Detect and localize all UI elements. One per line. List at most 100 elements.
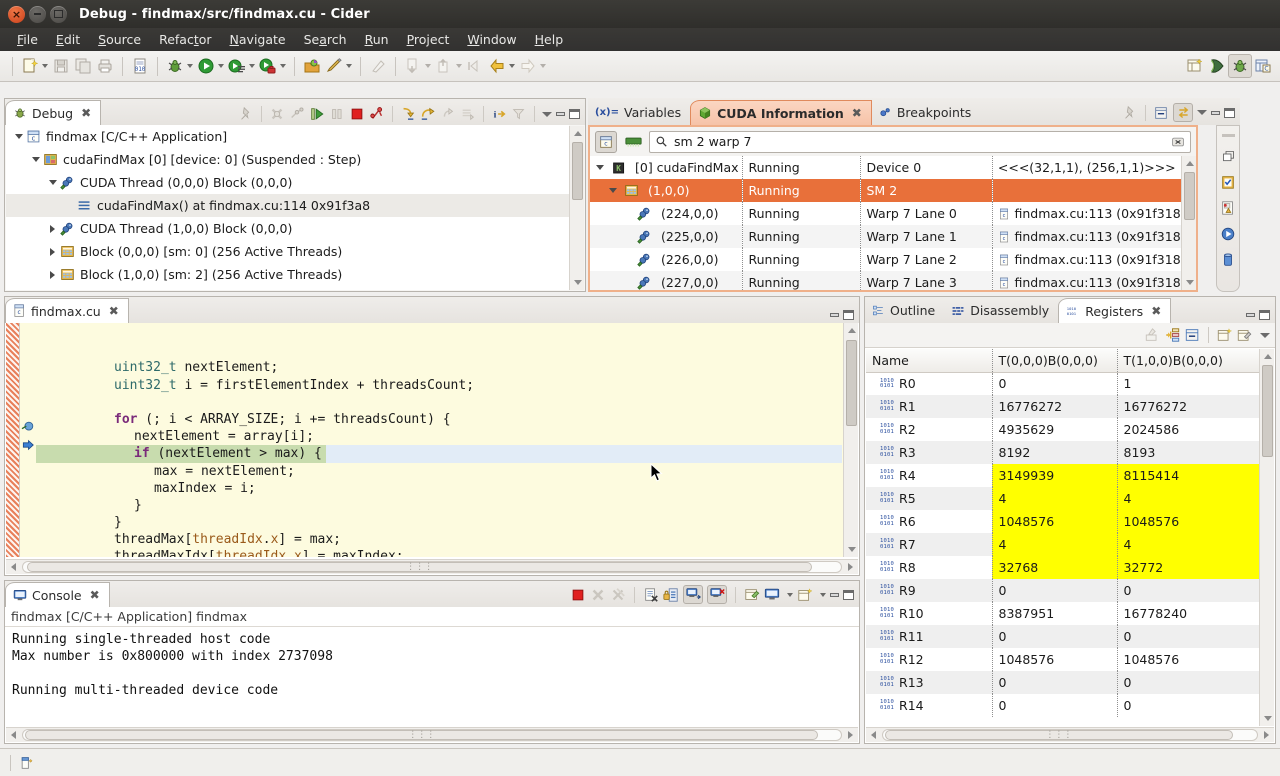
scroll-up-arrow[interactable] (1182, 156, 1197, 171)
step-into-icon[interactable] (400, 106, 416, 122)
cuda-table-row[interactable]: (1,0,0) Running SM 2 (590, 179, 1181, 202)
drop-to-frame-icon[interactable] (460, 106, 476, 122)
clear-console-icon[interactable] (643, 587, 659, 603)
menu-help[interactable]: Help (526, 30, 573, 49)
tab-variables[interactable]: (x)= Variables (588, 100, 690, 125)
console-scrollbar-horizontal[interactable]: ⋮⋮⋮ (6, 727, 858, 742)
terminate-icon[interactable] (570, 587, 586, 603)
tab-outline[interactable]: Outline (865, 298, 944, 323)
previous-annotation-dropdown-arrow[interactable] (456, 64, 462, 68)
cuda-table-row[interactable]: (225,0,0) Running Warp 7 Lane 1 c findmax.cu… (590, 225, 1181, 248)
register-row[interactable]: 1010 0101 R0 0 1 (866, 372, 1259, 395)
register-row[interactable]: 1010 0101 R2 4935629 2024586 (866, 418, 1259, 441)
cuda-table-row[interactable]: K [0] cudaFindMax Running Device 0 <<<(32,1,… (590, 156, 1181, 179)
registers-scrollbar-horizontal[interactable]: ⋮⋮⋮ (866, 727, 1274, 742)
new-register-group-icon[interactable] (1216, 327, 1233, 343)
hscroll-track[interactable]: ⋮⋮⋮ (22, 729, 842, 741)
remove-all-terminated-icon[interactable] (610, 587, 626, 603)
registers-scrollbar[interactable] (1259, 349, 1274, 726)
breakpoint-icon[interactable] (21, 421, 35, 433)
open-console-icon[interactable] (764, 587, 780, 603)
tab-debug[interactable]: Debug ✖ (5, 100, 102, 125)
minimize-icon[interactable] (1246, 313, 1255, 317)
register-column-header[interactable]: T(0,0,0)B(0,0,0) (992, 349, 1118, 373)
debug-tree-row[interactable]: cudaFindMax() at findmax.cu:114 0x91f3a8 (6, 194, 569, 217)
close-window-button[interactable] (8, 5, 25, 23)
save-all-button[interactable] (72, 54, 94, 78)
tab-findmax-cu[interactable]: c findmax.cu ✖ (5, 298, 129, 323)
pin-console-button[interactable] (707, 585, 727, 604)
scroll-thumb[interactable]: ⋮⋮⋮ (885, 730, 1233, 740)
use-step-filters-icon[interactable] (511, 106, 527, 122)
cuda-search-input[interactable]: sm 2 warp 7 (649, 130, 1191, 153)
instruction-stepping-icon[interactable]: i (491, 106, 507, 122)
remove-launch-icon[interactable] (590, 587, 606, 603)
new-wizard-button[interactable] (19, 54, 50, 78)
pin-icon[interactable] (238, 106, 254, 122)
previous-annotation-button[interactable] (433, 54, 464, 78)
register-row[interactable]: 1010 0101 R13 0 0 (866, 671, 1259, 694)
edit-register-group-icon[interactable] (1236, 327, 1253, 343)
c-perspective-button[interactable]: C (1252, 54, 1274, 78)
tab-registers[interactable]: 1010 0101 Registers ✖ (1058, 298, 1172, 323)
run-button[interactable] (195, 54, 226, 78)
register-column-header[interactable]: Name (866, 349, 993, 373)
debug-tree-scrollbar[interactable] (569, 126, 584, 290)
register-row[interactable]: 1010 0101 R6 1048576 1048576 (866, 510, 1259, 533)
maximize-icon[interactable] (843, 589, 854, 600)
chevron-down-icon[interactable] (29, 157, 42, 162)
scroll-down-arrow[interactable] (1182, 275, 1197, 290)
editor-code[interactable]: uint32_t nextElement; uint32_t i = firstE… (36, 325, 842, 557)
debug-button[interactable] (164, 54, 195, 78)
open-type-button[interactable] (301, 54, 323, 78)
close-icon[interactable]: ✖ (852, 106, 862, 120)
menu-window[interactable]: Window (458, 30, 525, 49)
profile-dropdown-arrow[interactable] (280, 64, 286, 68)
scroll-left-arrow[interactable] (6, 731, 21, 739)
clear-icon[interactable] (1171, 135, 1185, 149)
menu-search[interactable]: Search (295, 30, 356, 49)
maximize-icon[interactable] (569, 109, 580, 119)
context-filter-button[interactable]: c (595, 130, 617, 153)
menu-edit[interactable]: Edit (47, 30, 89, 49)
collapse-all-icon[interactable] (1153, 105, 1169, 121)
debug-tree-row[interactable]: c findmax [C/C++ Application] (6, 125, 569, 148)
minimize-icon[interactable] (830, 313, 839, 317)
next-annotation-button[interactable] (402, 54, 433, 78)
search-dropdown-arrow[interactable] (346, 64, 352, 68)
disconnect-icon[interactable] (269, 106, 285, 122)
restore-icon[interactable] (1221, 149, 1236, 164)
show-type-names-icon[interactable] (1144, 327, 1161, 343)
register-row[interactable]: 1010 0101 R14 0 0 (866, 694, 1259, 717)
cuda-table-scrollbar[interactable] (1181, 156, 1196, 290)
link-with-debug-view-button[interactable] (1173, 103, 1193, 122)
editor-scrollbar-vertical[interactable] (843, 323, 858, 557)
maximize-icon[interactable] (1224, 107, 1235, 118)
debug-tree-row[interactable]: Block (1,0,0) [sm: 2] (256 Active Thread… (6, 263, 569, 286)
display-selected-console-icon[interactable] (744, 587, 760, 603)
menu-file[interactable]: File (8, 30, 47, 49)
forward-button[interactable] (517, 54, 548, 78)
scroll-thumb[interactable] (1262, 365, 1273, 457)
register-column-header[interactable]: T(1,0,0)B(0,0,0) (1117, 349, 1259, 373)
debug-dropdown-arrow[interactable] (187, 64, 193, 68)
view-menu-icon[interactable] (1197, 110, 1207, 115)
cuda-table[interactable]: K [0] cudaFindMax Running Device 0 <<<(32,1,… (590, 156, 1181, 290)
hscroll-track[interactable]: ⋮⋮⋮ (882, 729, 1258, 741)
registers-table[interactable]: Name T(0,0,0)B(0,0,0) T(1,0,0)B(0,0,0) 101… (866, 349, 1259, 726)
minimize-icon[interactable] (830, 592, 839, 597)
maximize-icon[interactable] (1259, 310, 1270, 320)
scroll-down-arrow[interactable] (1260, 711, 1275, 726)
new-console-view-icon[interactable] (797, 587, 813, 603)
external-tools-dropdown-arrow[interactable] (249, 64, 255, 68)
device-filter-button[interactable] (622, 131, 644, 153)
register-row[interactable]: 1010 0101 R9 0 0 (866, 579, 1259, 602)
register-row[interactable]: 1010 0101 R3 8192 8193 (866, 441, 1259, 464)
cuda-table-row[interactable]: (226,0,0) Running Warp 7 Lane 2 c findmax.cu… (590, 248, 1181, 271)
tab-disassembly[interactable]: Disassembly (944, 298, 1058, 323)
open-console-dropdown-arrow[interactable] (787, 592, 793, 597)
show-logical-structure-icon[interactable] (1164, 327, 1181, 343)
tab-cuda-information[interactable]: CUDA Information ✖ (690, 100, 872, 125)
editor-overview-ruler[interactable] (6, 323, 20, 557)
register-row[interactable]: 1010 0101 R7 4 4 (866, 533, 1259, 556)
